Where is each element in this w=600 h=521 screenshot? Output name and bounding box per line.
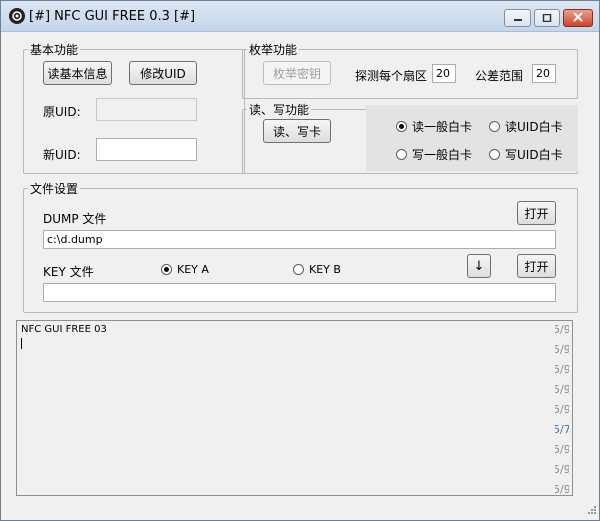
log-gutter-row: 5/9/ bbox=[555, 383, 569, 396]
maximize-button[interactable] bbox=[534, 9, 560, 27]
log-first-line: NFC GUI FREE 03 bbox=[21, 324, 107, 335]
rw-option-read-uid[interactable]: 读UID白卡 bbox=[489, 118, 563, 135]
rw-option-label: 写UID白卡 bbox=[505, 148, 563, 162]
window-title: [#] NFC GUI FREE 0.3 [#] bbox=[29, 9, 196, 24]
close-icon bbox=[573, 11, 583, 25]
radio-write-uid[interactable] bbox=[489, 149, 500, 160]
log-gutter-row: 5/7/ bbox=[555, 423, 569, 436]
key-open-button[interactable]: 打开 bbox=[517, 254, 556, 278]
log-gutter-row: 5/9/ bbox=[555, 363, 569, 376]
new-uid-field[interactable] bbox=[96, 138, 197, 161]
log-gutter: 5/9/ 5/9/ 5/9/ 5/9/ 5/9/ 5/7/ 5/9/ 5/9/ … bbox=[555, 322, 569, 494]
radio-key-b[interactable] bbox=[293, 264, 304, 275]
rw-card-button[interactable]: 读、写卡 bbox=[263, 119, 331, 143]
enum-group-legend: 枚举功能 bbox=[249, 43, 298, 57]
arrow-down-icon: ↓ bbox=[473, 258, 485, 274]
radio-key-a[interactable] bbox=[161, 264, 172, 275]
resize-grip-icon[interactable] bbox=[585, 503, 597, 518]
log-textarea[interactable]: NFC GUI FREE 03 5/9/ 5/9/ 5/9/ 5/9/ 5/9/… bbox=[16, 320, 573, 496]
dump-path-input[interactable]: c:\d.dump bbox=[43, 230, 556, 249]
enum-key-button[interactable]: 枚举密钥 bbox=[263, 61, 331, 85]
log-gutter-row: 5/9/ bbox=[555, 343, 569, 356]
maximize-icon bbox=[542, 11, 552, 25]
file-settings-legend: 文件设置 bbox=[30, 182, 79, 196]
client-area: 基本功能 读基本信息 修改UID 原UID: 新UID: 枚举功能 枚举密钥 探… bbox=[1, 32, 599, 520]
download-arrow-button[interactable]: ↓ bbox=[467, 254, 491, 278]
radio-read-normal[interactable] bbox=[396, 121, 407, 132]
close-button[interactable] bbox=[563, 9, 593, 27]
key-b-label: KEY B bbox=[309, 263, 341, 276]
tolerance-input[interactable]: 20 bbox=[532, 64, 556, 83]
log-gutter-row: 5/9/ bbox=[555, 463, 569, 476]
dump-open-button[interactable]: 打开 bbox=[517, 201, 556, 225]
rw-option-write-uid[interactable]: 写UID白卡 bbox=[489, 146, 563, 163]
key-a-option[interactable]: KEY A bbox=[161, 263, 209, 276]
rw-option-label: 读UID白卡 bbox=[505, 120, 563, 134]
new-uid-label: 新UID: bbox=[43, 148, 81, 162]
tolerance-label: 公差范围 bbox=[475, 69, 524, 83]
log-gutter-row: 5/9/ bbox=[555, 483, 569, 494]
text-caret bbox=[21, 338, 22, 349]
read-info-button[interactable]: 读基本信息 bbox=[43, 61, 112, 85]
title-bar[interactable]: [#] NFC GUI FREE 0.3 [#] bbox=[1, 1, 599, 32]
probe-sector-input[interactable]: 20 bbox=[432, 64, 456, 83]
dump-file-label: DUMP 文件 bbox=[43, 212, 107, 226]
rw-group-legend: 读、写功能 bbox=[249, 103, 310, 117]
app-window: [#] NFC GUI FREE 0.3 [#] 基本功能 读基本信息 修改UI… bbox=[0, 0, 600, 521]
log-gutter-row: 5/9/ bbox=[555, 443, 569, 456]
rw-option-write-normal[interactable]: 写一般白卡 bbox=[396, 146, 472, 163]
probe-sector-label: 探测每个扇区 bbox=[355, 69, 428, 83]
orig-uid-label: 原UID: bbox=[43, 105, 81, 119]
rw-option-read-normal[interactable]: 读一般白卡 bbox=[396, 118, 472, 135]
status-bar bbox=[1, 504, 599, 520]
orig-uid-field bbox=[96, 98, 197, 121]
log-gutter-row: 5/9/ bbox=[555, 323, 569, 336]
rw-option-label: 写一般白卡 bbox=[412, 148, 473, 162]
basic-group-legend: 基本功能 bbox=[30, 43, 79, 57]
log-gutter-row: 5/9/ bbox=[555, 403, 569, 416]
key-path-input[interactable] bbox=[43, 283, 556, 302]
radio-read-uid[interactable] bbox=[489, 121, 500, 132]
app-logo-icon bbox=[9, 8, 25, 24]
key-a-label: KEY A bbox=[177, 263, 209, 276]
rw-option-label: 读一般白卡 bbox=[412, 120, 473, 134]
minimize-icon bbox=[513, 11, 523, 25]
minimize-button[interactable] bbox=[504, 9, 531, 27]
radio-write-normal[interactable] bbox=[396, 149, 407, 160]
key-file-label: KEY 文件 bbox=[43, 265, 94, 279]
key-b-option[interactable]: KEY B bbox=[293, 263, 341, 276]
modify-uid-button[interactable]: 修改UID bbox=[129, 61, 197, 85]
